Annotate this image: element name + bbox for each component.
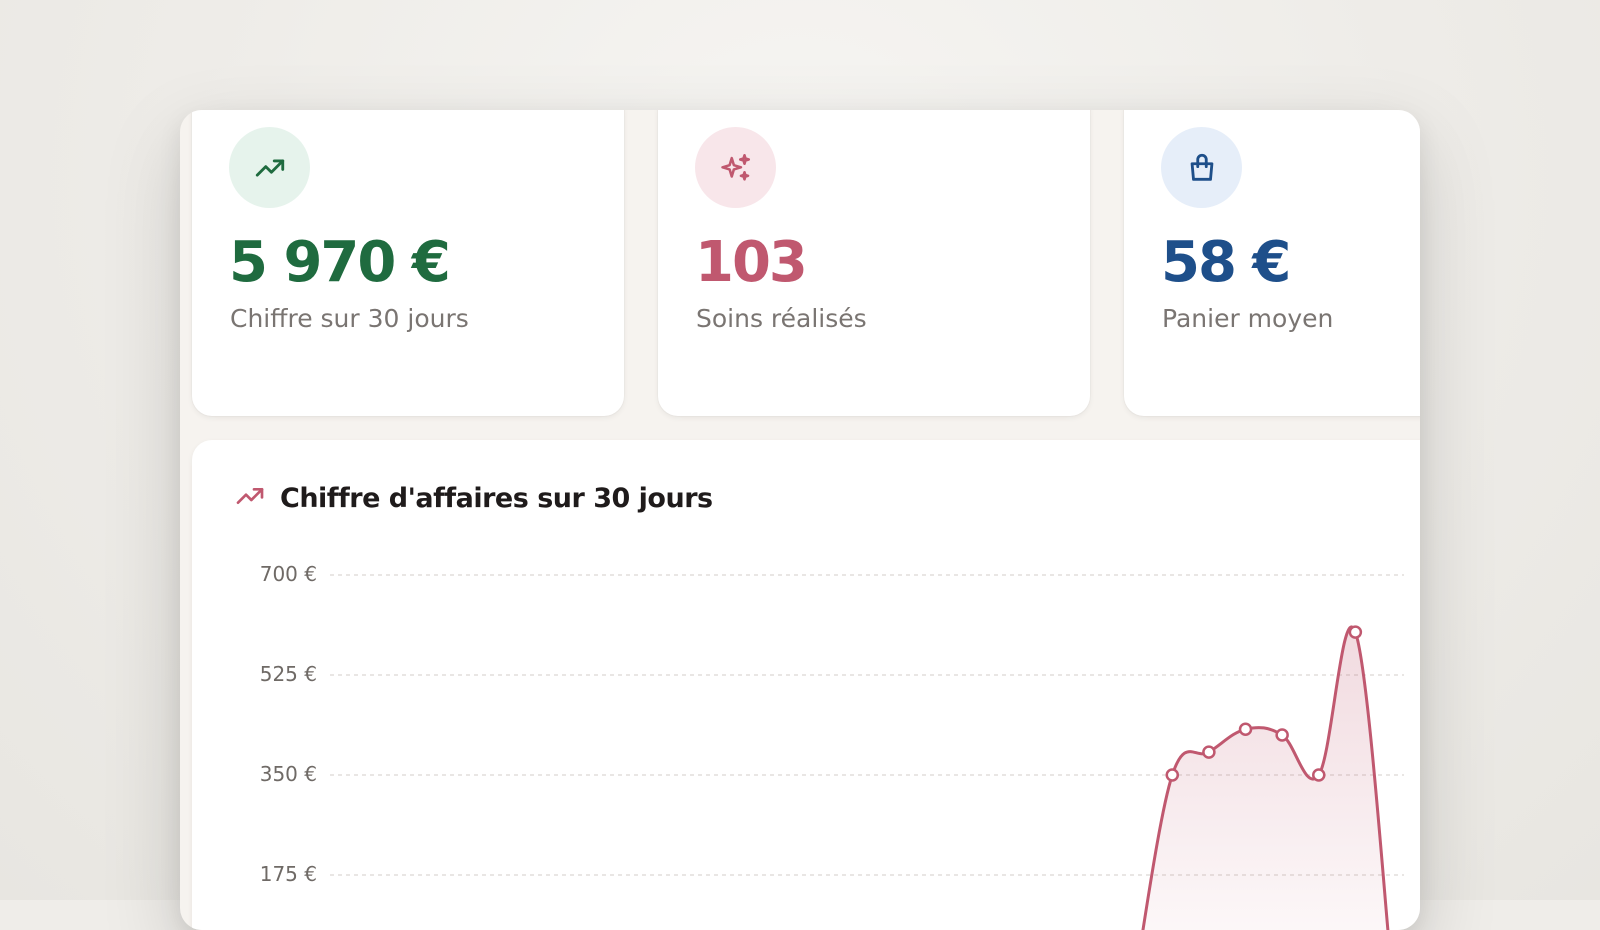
stat-label-revenue: Chiffre sur 30 jours	[230, 304, 469, 333]
shopping-bag-icon	[1161, 127, 1242, 208]
data-point[interactable]	[1165, 768, 1180, 782]
revenue-chart-card: Chiffre d'affaires sur 30 jours 700 €525…	[192, 440, 1420, 930]
stat-card-average-basket: 58 € Panier moyen	[1124, 110, 1420, 416]
stat-label-treatments: Soins réalisés	[696, 304, 867, 333]
stat-card-revenue: 5 970 € Chiffre sur 30 jours	[192, 110, 624, 416]
revenue-chart-plot	[330, 574, 1404, 930]
trending-up-icon	[229, 127, 310, 208]
data-point[interactable]	[1238, 722, 1253, 737]
sparkles-icon	[695, 127, 776, 208]
data-point[interactable]	[1312, 768, 1326, 782]
data-point[interactable]	[1275, 728, 1289, 742]
stat-value-revenue: 5 970 €	[229, 230, 451, 295]
stat-label-average-basket: Panier moyen	[1162, 304, 1334, 333]
stat-value-treatments: 103	[695, 230, 808, 295]
data-point[interactable]	[1348, 625, 1363, 639]
dashboard-window: 5 970 € Chiffre sur 30 jours 103 Soins r…	[180, 110, 1420, 930]
stat-card-treatments: 103 Soins réalisés	[658, 110, 1090, 416]
background: 5 970 € Chiffre sur 30 jours 103 Soins r…	[0, 0, 1600, 930]
data-point[interactable]	[1202, 745, 1216, 759]
stat-value-average-basket: 58 €	[1161, 230, 1291, 295]
